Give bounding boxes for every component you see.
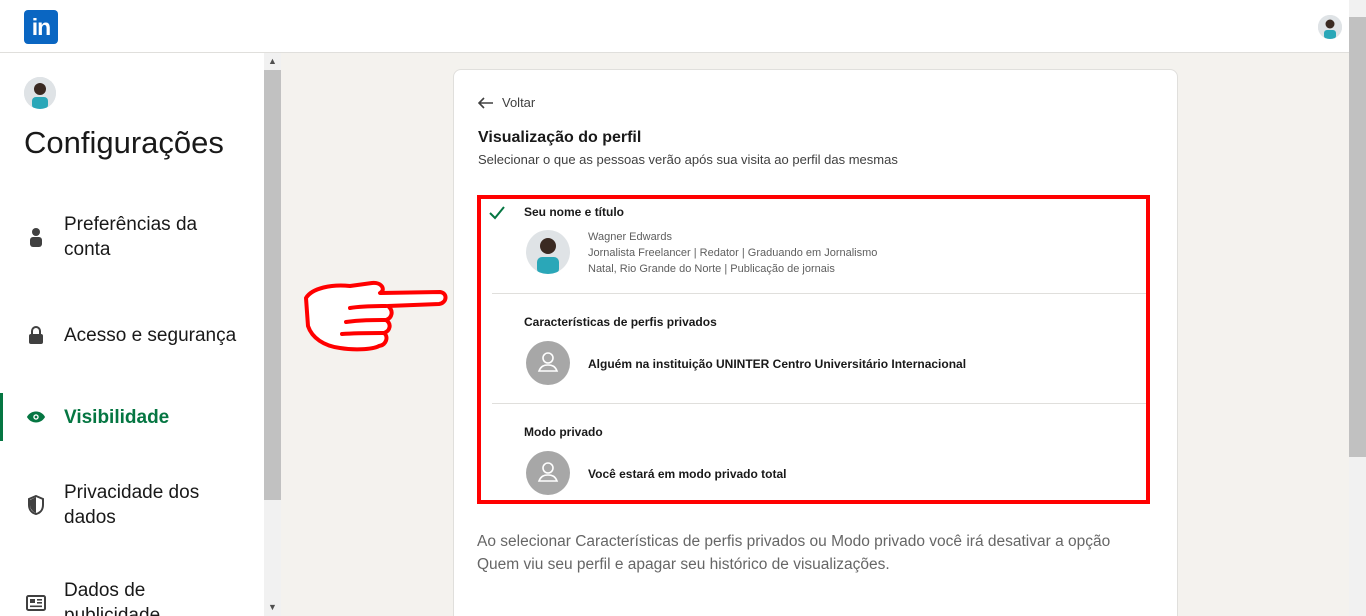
- shield-icon: [26, 495, 46, 515]
- sidebar-item-visibility[interactable]: Visibilidade: [0, 393, 264, 441]
- sidebar-item-data-privacy[interactable]: Privacidade dos dados: [0, 479, 264, 531]
- sidebar-item-advertising-data[interactable]: Dados de publicidade: [0, 577, 264, 616]
- profile-name: Wagner Edwards: [588, 231, 672, 243]
- back-label: Voltar: [502, 95, 536, 110]
- profile-location: Natal, Rio Grande do Norte | Publicação …: [588, 263, 835, 275]
- scrollbar-thumb[interactable]: [1349, 17, 1366, 457]
- pointing-hand-icon: [304, 280, 448, 352]
- user-avatar[interactable]: [1318, 15, 1342, 39]
- section-title: Visualização do perfil: [478, 129, 642, 146]
- scroll-down-icon[interactable]: ▼: [264, 599, 281, 616]
- option-text: Você estará em modo privado total: [588, 467, 787, 481]
- sidebar-item-label: Acesso e segurança: [64, 324, 237, 346]
- divider: [492, 293, 1147, 294]
- settings-sidebar: Configurações Preferências da conta Aces…: [0, 53, 264, 616]
- option-private-mode[interactable]: Modo privado Você estará em modo privado…: [478, 414, 1151, 504]
- privacy-note: Ao selecionar Características de perfis …: [477, 533, 1111, 573]
- newspaper-icon: [26, 593, 46, 613]
- option-name-and-headline[interactable]: Seu nome e título Wagner Edwards Jornali…: [478, 194, 1151, 293]
- option-title: Características de perfis privados: [524, 315, 717, 329]
- sidebar-item-label: Dados de publicidade: [64, 580, 161, 616]
- sidebar-item-label: Visibilidade: [64, 406, 170, 428]
- page-title: Configurações: [24, 125, 224, 160]
- divider: [492, 403, 1147, 404]
- checkmark-icon: [489, 206, 505, 220]
- section-subtitle: Selecionar o que as pessoas verão após s…: [478, 152, 898, 167]
- scroll-up-icon[interactable]: ▲: [264, 53, 281, 70]
- person-icon: [26, 227, 46, 247]
- option-title: Modo privado: [524, 425, 603, 439]
- sidebar-item-account-preferences[interactable]: Preferências da conta: [0, 211, 264, 263]
- profile-preview-text: Wagner Edwards Jornalista Freelancer | R…: [588, 229, 877, 277]
- anonymous-avatar-icon: [526, 341, 570, 385]
- lock-icon: [26, 325, 46, 345]
- eye-icon: [26, 407, 46, 427]
- profile-photo: [526, 230, 570, 274]
- page-scrollbar[interactable]: [1349, 0, 1366, 616]
- linkedin-logo[interactable]: in: [24, 10, 58, 44]
- sidebar-scrollbar[interactable]: ▲ ▼: [264, 53, 281, 616]
- option-text: Alguém na instituição UNINTER Centro Uni…: [588, 357, 967, 371]
- arrow-left-icon: [478, 96, 493, 109]
- back-button[interactable]: Voltar: [478, 95, 535, 110]
- sidebar-item-label: Preferências da conta: [64, 214, 198, 260]
- sidebar-item-sign-in-security[interactable]: Acesso e segurança: [0, 309, 264, 361]
- option-title: Seu nome e título: [524, 205, 625, 219]
- top-bar: in: [0, 0, 1366, 53]
- profile-headline: Jornalista Freelancer | Redator | Gradua…: [588, 247, 878, 259]
- scrollbar-thumb[interactable]: [264, 70, 281, 500]
- sidebar-avatar[interactable]: [24, 77, 56, 109]
- visibility-options: Seu nome e título Wagner Edwards Jornali…: [478, 194, 1151, 504]
- option-private-characteristics[interactable]: Características de perfis privados Algué…: [478, 304, 1151, 403]
- anonymous-avatar-icon: [526, 451, 570, 495]
- sidebar-item-label: Privacidade dos dados: [64, 482, 200, 528]
